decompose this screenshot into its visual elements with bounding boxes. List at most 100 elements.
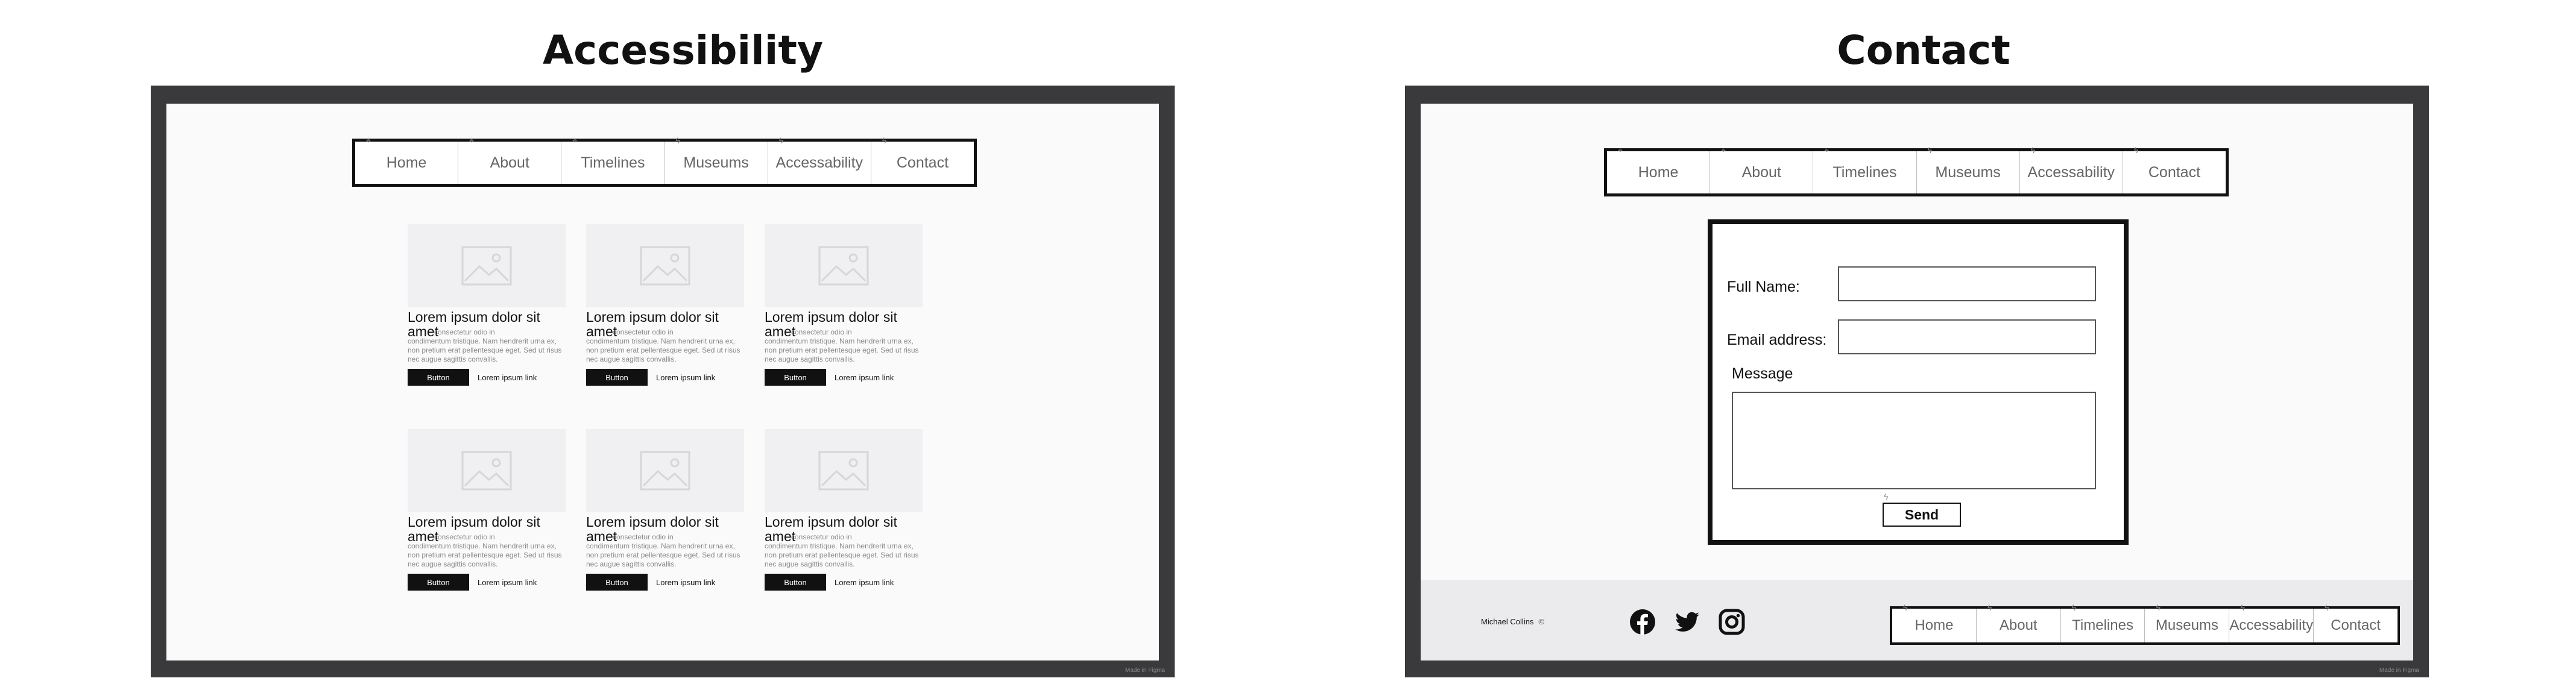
nav-label: Museums (2155, 617, 2218, 633)
nav-label: About (1741, 163, 1781, 181)
accessibility-screen: ⌖ Home ⌖ About ⌖ Timelines ϟ Museums ϟ Access… (166, 104, 1159, 660)
footer-nav-item-home[interactable]: ϟ Home (1892, 603, 1977, 642)
card-link[interactable]: Lorem ipsum link (835, 373, 894, 382)
pin-icon: ϟ (2133, 145, 2139, 155)
pin-icon: ϟ (2240, 603, 2245, 612)
pin-icon: ϟ (675, 136, 680, 145)
nav-item-accessability[interactable]: ϟ Accessability (2020, 145, 2123, 193)
card-button[interactable]: Button (408, 369, 469, 386)
footer-nav-item-museums[interactable]: ϟ Museums (2145, 603, 2230, 642)
pin-icon: ϟ (1987, 603, 1992, 612)
image-placeholder-icon (586, 224, 744, 307)
pin-icon: ⌖ (1618, 145, 1623, 155)
full-name-field[interactable] (1838, 266, 2096, 301)
instagram-icon[interactable] (1719, 609, 1745, 635)
twitter-icon[interactable] (1674, 609, 1700, 635)
email-field[interactable] (1838, 319, 2096, 354)
card-link[interactable]: Lorem ipsum link (656, 578, 715, 587)
facebook-icon[interactable] (1629, 609, 1656, 635)
card-text: condimentum tristique. Nam hendrerit urn… (765, 542, 919, 568)
pin-icon: ϟ (778, 136, 784, 145)
nav-label: Contact (896, 154, 949, 171)
nav-item-museums[interactable]: ϟ Museums (1917, 145, 2020, 193)
card-text: consectetur odio in (791, 328, 852, 336)
footer-nav-item-timelines[interactable]: ϟ Timelines (2061, 603, 2145, 642)
image-placeholder-icon (765, 429, 923, 512)
pin-icon: ⌖ (572, 136, 578, 145)
nav-item-contact[interactable]: ϟ Contact (871, 136, 974, 184)
card-text: condimentum tristique. Nam hendrerit urn… (765, 337, 919, 363)
pin-icon: ϟ (1884, 492, 1889, 501)
nav-label: Contact (2331, 617, 2381, 633)
contact-form: Full Name: Email address: Message ϟ Send (1708, 219, 2129, 545)
nav-item-accessability[interactable]: ϟ Accessability (768, 136, 871, 184)
nav-item-about[interactable]: ⌖ About (458, 136, 562, 184)
card: Lorem ipsum dolor sit amet consectetur o… (408, 224, 566, 386)
pin-icon: ϟ (2071, 603, 2077, 612)
pin-icon: ϟ (882, 136, 887, 145)
card-text: consectetur odio in (613, 328, 674, 336)
image-placeholder-icon (765, 224, 923, 307)
card-button[interactable]: Button (586, 574, 648, 591)
card-actions: Button Lorem ipsum link (408, 369, 566, 386)
nav-label: Museums (683, 154, 749, 171)
figma-watermark: Made in Figma (1125, 667, 1165, 674)
nav-item-home[interactable]: ⌖ Home (1607, 145, 1711, 193)
footer-nav-item-contact[interactable]: ϟ Contact (2314, 603, 2398, 642)
full-name-label: Full Name: (1727, 278, 1800, 295)
nav-item-timelines[interactable]: ⌖ Timelines (1813, 145, 1917, 193)
footer-nav-item-accessability[interactable]: ϟ Accessability (2229, 603, 2314, 642)
nav-item-timelines[interactable]: ⌖ Timelines (561, 136, 665, 184)
image-placeholder-icon (586, 429, 744, 512)
card-text: consectetur odio in (434, 533, 495, 541)
card-button[interactable]: Button (765, 574, 826, 591)
contact-heading: Contact (1837, 27, 2010, 74)
nav-item-about[interactable]: ⌖ About (1710, 145, 1814, 193)
card: Lorem ipsum dolor sit amet consectetur o… (408, 429, 566, 591)
pin-icon: ⌖ (1824, 145, 1829, 155)
figma-watermark: Made in Figma (2379, 667, 2419, 674)
footer-author: Michael Collins © (1481, 617, 1544, 626)
card-button[interactable]: Button (586, 369, 648, 386)
nav-label: Museums (1935, 163, 2001, 181)
image-placeholder-icon (408, 224, 566, 307)
send-button[interactable]: Send (1883, 503, 1961, 527)
nav-label: Timelines (2072, 617, 2133, 633)
card-text: condimentum tristique. Nam hendrerit urn… (408, 542, 562, 568)
pin-icon: ϟ (2156, 603, 2161, 612)
card-actions: Button Lorem ipsum link (408, 574, 566, 591)
card: Lorem ipsum dolor sit amet consectetur o… (765, 224, 923, 386)
accessibility-device-frame: ⌖ Home ⌖ About ⌖ Timelines ϟ Museums ϟ Access… (151, 86, 1175, 677)
card-link[interactable]: Lorem ipsum link (478, 373, 537, 382)
footer-nav-item-about[interactable]: ϟ About (1977, 603, 2061, 642)
message-textarea[interactable] (1732, 392, 2096, 489)
nav-label: Timelines (581, 154, 645, 171)
contact-screen: ⌖ Home ⌖ About ⌖ Timelines ϟ Museums ϟ Access… (1421, 104, 2413, 660)
card-actions: Button Lorem ipsum link (765, 574, 923, 591)
card-button[interactable]: Button (408, 574, 469, 591)
card-link[interactable]: Lorem ipsum link (835, 578, 894, 587)
nav-label: Accessability (2229, 617, 2314, 633)
card-text: consectetur odio in (613, 533, 674, 541)
email-label: Email address: (1727, 331, 1827, 348)
nav-item-museums[interactable]: ϟ Museums (665, 136, 768, 184)
nav-label: Accessability (2027, 163, 2115, 181)
pin-icon: ⌖ (366, 136, 371, 145)
pin-icon: ϟ (1903, 603, 1908, 612)
pin-icon: ϟ (1927, 145, 1932, 155)
card-link[interactable]: Lorem ipsum link (656, 373, 715, 382)
pin-icon: ϟ (2325, 603, 2329, 612)
card-actions: Button Lorem ipsum link (765, 369, 923, 386)
card-button[interactable]: Button (765, 369, 826, 386)
nav-label: Timelines (1833, 163, 1897, 181)
nav-label: Home (1638, 163, 1679, 181)
contact-top-nav: ⌖ Home ⌖ About ⌖ Timelines ϟ Museums ϟ Access… (1604, 145, 2229, 196)
nav-item-home[interactable]: ⌖ Home (355, 136, 459, 184)
pin-icon: ⌖ (1721, 145, 1726, 155)
nav-item-contact[interactable]: ϟ Contact (2123, 145, 2226, 193)
card-text: condimentum tristique. Nam hendrerit urn… (408, 337, 562, 363)
card-actions: Button Lorem ipsum link (586, 369, 744, 386)
nav-label: Home (1915, 617, 1954, 633)
nav-label: About (490, 154, 529, 171)
card-link[interactable]: Lorem ipsum link (478, 578, 537, 587)
